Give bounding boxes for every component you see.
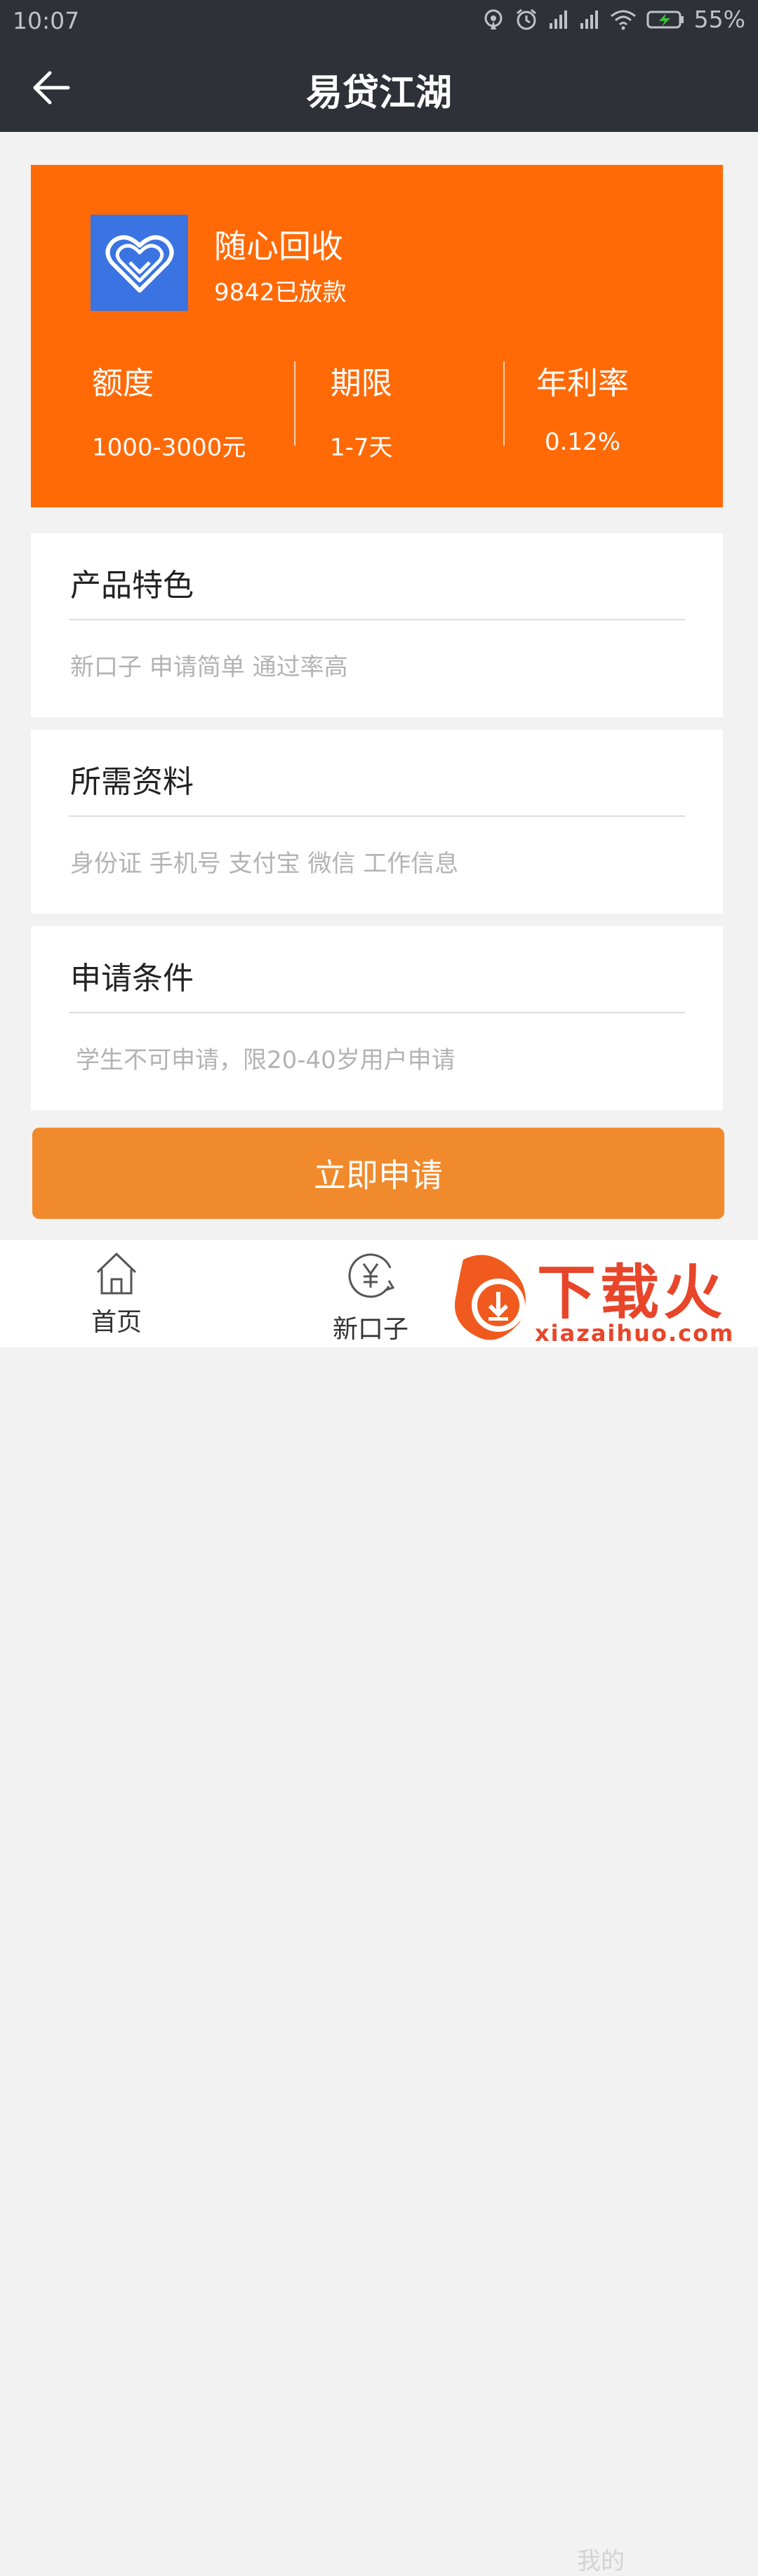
stat-term: 期限 1-7天 — [330, 358, 393, 462]
yen-refresh-icon — [348, 1253, 395, 1298]
product-logo — [91, 215, 188, 311]
section-divider — [69, 1012, 685, 1013]
watermark-brand: 下载火 — [537, 1258, 727, 1327]
section-heading: 产品特色 — [70, 568, 194, 603]
tab-home[interactable]: 首页 — [46, 1250, 187, 1338]
tab-new-label: 新口子 — [332, 1315, 408, 1344]
battery-percent: 55% — [693, 6, 745, 33]
status-bar: 10:07 55% — [0, 0, 758, 42]
section-heading: 所需资料 — [70, 764, 194, 800]
stat-divider — [503, 361, 505, 446]
tab-home-label: 首页 — [91, 1308, 142, 1337]
wifi-icon — [610, 10, 636, 29]
signal-icon — [549, 10, 567, 29]
status-time: 10:07 — [13, 7, 80, 34]
status-icons: 55% — [482, 6, 745, 33]
product-summary-card: 随心回收 9842已放款 额度 1000-3000元 期限 1-7天 年利率 0… — [31, 165, 723, 507]
stat-divider — [294, 361, 295, 446]
section-divider — [69, 619, 685, 620]
watermark-url: xiazaihuo.com — [535, 1320, 735, 1347]
section-text: 学生不可申请，限20-40岁用户申请 — [76, 1046, 456, 1074]
disbursed-count: 9842已放款 — [214, 279, 347, 307]
battery-icon — [646, 11, 684, 28]
tab-mine-label[interactable]: 我的 — [577, 2542, 625, 2576]
stat-rate: 年利率 0.12% — [536, 358, 629, 456]
apply-now-button[interactable]: 立即申请 — [32, 1128, 724, 1219]
features-card: 产品特色 新口子 申请简单 通过率高 — [31, 533, 723, 717]
hotspot-icon — [484, 9, 503, 29]
conditions-card: 申请条件 学生不可申请，限20-40岁用户申请 — [31, 926, 723, 1110]
watermark-logo: 下载火 xiazaihuo.com — [449, 1246, 758, 1347]
section-divider — [69, 815, 685, 817]
section-text: 新口子 申请简单 通过率高 — [70, 653, 348, 681]
signal-icon-2 — [580, 10, 598, 29]
stat-rate-label: 年利率 — [536, 366, 629, 401]
title-bar: 易贷江湖 — [0, 42, 758, 132]
section-heading: 申请条件 — [70, 961, 194, 996]
stat-amount-label: 额度 — [92, 366, 154, 401]
stat-rate-value: 0.12% — [544, 428, 620, 456]
section-text: 身份证 手机号 支付宝 微信 工作信息 — [70, 850, 459, 878]
product-name: 随心回收 — [214, 227, 343, 265]
stat-amount-value: 1000-3000元 — [92, 434, 246, 462]
alarm-icon — [516, 8, 536, 29]
stat-term-label: 期限 — [330, 366, 392, 401]
stat-amount: 额度 1000-3000元 — [92, 358, 246, 462]
heart-icon — [105, 234, 173, 293]
tab-new-lenders[interactable]: 新口子 — [300, 1250, 441, 1345]
page-title: 易贷江湖 — [305, 72, 452, 114]
required-docs-card: 所需资料 身份证 手机号 支付宝 微信 工作信息 — [31, 730, 723, 914]
stat-term-value: 1-7天 — [330, 434, 393, 462]
home-icon — [96, 1253, 137, 1295]
